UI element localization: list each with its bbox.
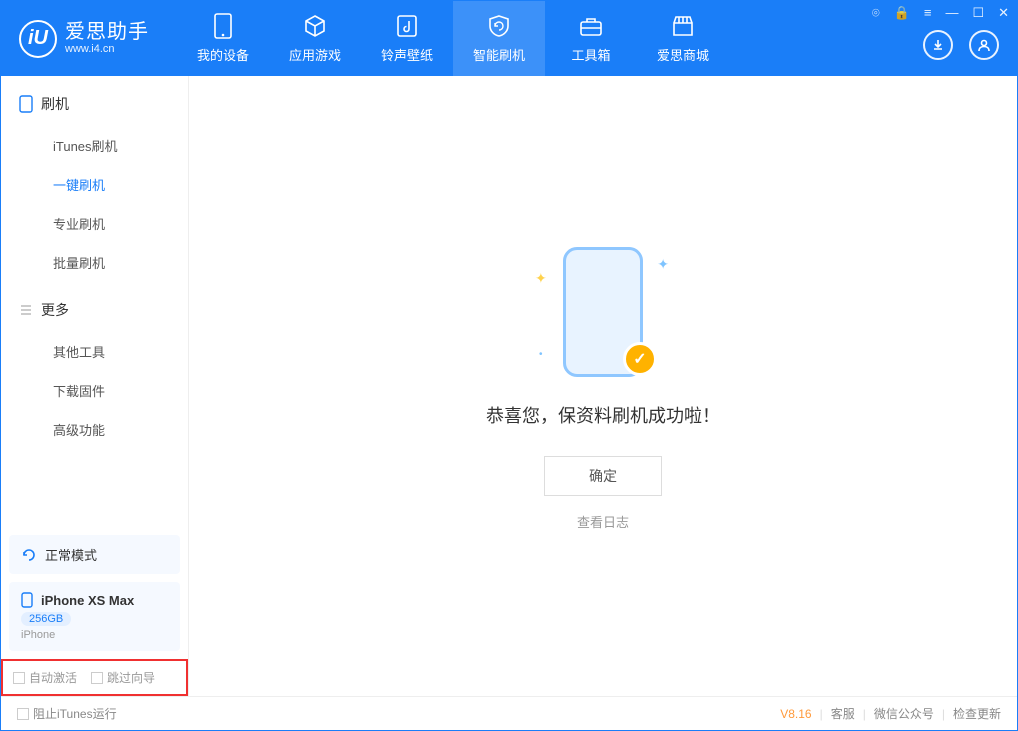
download-icon: [930, 37, 946, 53]
checkbox-label: 自动激活: [29, 669, 77, 686]
separator: |: [942, 707, 945, 721]
tab-ringtones[interactable]: 铃声壁纸: [361, 1, 453, 76]
refresh-icon: [21, 547, 37, 563]
lock-icon[interactable]: 🔒: [894, 5, 910, 21]
success-illustration: ✦ ✦ • ✓: [553, 242, 653, 382]
sidebar-section-more: 更多 其他工具 下载固件 高级功能: [1, 282, 188, 449]
logo-icon: iU: [19, 20, 57, 58]
tab-label: 我的设备: [197, 45, 249, 64]
tab-toolbox[interactable]: 工具箱: [545, 1, 637, 76]
sparkle-icon: ✦: [657, 256, 669, 273]
status-left: 阻止iTunes运行: [17, 705, 117, 722]
shirt-icon[interactable]: ⌾: [872, 5, 880, 21]
device-mode-box[interactable]: 正常模式: [9, 535, 180, 574]
sparkle-icon: ✦: [535, 270, 547, 287]
device-mode-label: 正常模式: [45, 545, 97, 564]
tab-my-device[interactable]: 我的设备: [177, 1, 269, 76]
menu-icon[interactable]: ≡: [924, 5, 932, 21]
version-label: V8.16: [780, 707, 811, 721]
app-url: www.i4.cn: [65, 43, 149, 55]
sidebar-item-batch-flash[interactable]: 批量刷机: [1, 243, 188, 282]
phone-icon: [19, 95, 33, 113]
tab-label: 爱思商城: [657, 45, 709, 64]
checkbox-label: 阻止iTunes运行: [33, 705, 117, 722]
list-icon: [19, 303, 33, 317]
tab-store[interactable]: 爱思商城: [637, 1, 729, 76]
download-button[interactable]: [923, 30, 953, 60]
device-name-row: iPhone XS Max: [21, 592, 168, 608]
device-type-text: iPhone: [21, 629, 168, 641]
music-icon: [394, 13, 420, 39]
logo-text: 爱思助手 www.i4.cn: [65, 21, 149, 55]
shield-refresh-icon: [486, 13, 512, 39]
checkmark-badge-icon: ✓: [623, 342, 657, 376]
success-message: 恭喜您，保资料刷机成功啦！: [486, 402, 720, 428]
sidebar: 刷机 iTunes刷机 一键刷机 专业刷机 批量刷机 更多 其他工具 下载固件 …: [1, 76, 189, 696]
top-tabs: 我的设备 应用游戏 铃声壁纸 智能刷机 工具箱 爱思商城: [177, 1, 729, 76]
window-controls: ⌾ 🔒 ≡ — ☐ ✕: [872, 5, 1009, 21]
sidebar-title-more: 更多: [1, 300, 188, 332]
store-icon: [670, 13, 696, 39]
link-check-update[interactable]: 检查更新: [953, 705, 1001, 722]
bottom-options-highlighted: 自动激活 跳过向导: [1, 659, 188, 696]
toolbox-icon: [578, 13, 604, 39]
checkbox-label: 跳过向导: [107, 669, 155, 686]
link-wechat[interactable]: 微信公众号: [874, 705, 934, 722]
sidebar-item-download-firmware[interactable]: 下载固件: [1, 371, 188, 410]
header-right-buttons: [923, 30, 999, 60]
device-name-text: iPhone XS Max: [41, 593, 134, 608]
user-button[interactable]: [969, 30, 999, 60]
minimize-button[interactable]: —: [945, 5, 958, 21]
phone-small-icon: [21, 592, 33, 608]
tab-flash[interactable]: 智能刷机: [453, 1, 545, 76]
tab-label: 应用游戏: [289, 45, 341, 64]
sidebar-item-pro-flash[interactable]: 专业刷机: [1, 204, 188, 243]
statusbar: 阻止iTunes运行 V8.16 | 客服 | 微信公众号 | 检查更新: [1, 696, 1017, 730]
status-right: V8.16 | 客服 | 微信公众号 | 检查更新: [780, 705, 1001, 722]
checkbox-box: [91, 672, 103, 684]
checkbox-block-itunes[interactable]: 阻止iTunes运行: [17, 705, 117, 722]
separator: |: [863, 707, 866, 721]
device-icon: [210, 13, 236, 39]
main-content: ✦ ✦ • ✓ 恭喜您，保资料刷机成功啦！ 确定 查看日志: [189, 76, 1017, 696]
sidebar-item-advanced[interactable]: 高级功能: [1, 410, 188, 449]
sidebar-title-flash: 刷机: [1, 94, 188, 126]
tab-label: 智能刷机: [473, 45, 525, 64]
checkbox-skip-guide[interactable]: 跳过向导: [91, 669, 155, 686]
close-button[interactable]: ✕: [998, 5, 1009, 21]
section-title-label: 刷机: [41, 94, 69, 114]
tab-apps[interactable]: 应用游戏: [269, 1, 361, 76]
app-window: iU 爱思助手 www.i4.cn 我的设备 应用游戏 铃声壁纸 智能刷机: [0, 0, 1018, 731]
tab-label: 工具箱: [571, 45, 610, 64]
sidebar-item-other-tools[interactable]: 其他工具: [1, 332, 188, 371]
maximize-button[interactable]: ☐: [972, 5, 984, 21]
device-capacity-badge: 256GB: [21, 612, 71, 626]
sidebar-item-oneclick-flash[interactable]: 一键刷机: [1, 165, 188, 204]
checkbox-auto-activate[interactable]: 自动激活: [13, 669, 77, 686]
link-support[interactable]: 客服: [831, 705, 855, 722]
body: 刷机 iTunes刷机 一键刷机 专业刷机 批量刷机 更多 其他工具 下载固件 …: [1, 76, 1017, 696]
cube-icon: [302, 13, 328, 39]
sidebar-section-flash: 刷机 iTunes刷机 一键刷机 专业刷机 批量刷机: [1, 76, 188, 282]
sparkle-icon: •: [539, 349, 543, 360]
sidebar-item-itunes-flash[interactable]: iTunes刷机: [1, 126, 188, 165]
view-log-link[interactable]: 查看日志: [577, 512, 629, 531]
ok-button[interactable]: 确定: [544, 456, 662, 496]
app-name: 爱思助手: [65, 21, 149, 43]
separator: |: [820, 707, 823, 721]
user-icon: [976, 37, 992, 53]
titlebar: iU 爱思助手 www.i4.cn 我的设备 应用游戏 铃声壁纸 智能刷机: [1, 1, 1017, 76]
tab-label: 铃声壁纸: [381, 45, 433, 64]
logo-area: iU 爱思助手 www.i4.cn: [19, 20, 149, 58]
checkbox-box: [13, 672, 25, 684]
checkbox-box: [17, 708, 29, 720]
device-info-box[interactable]: iPhone XS Max 256GB iPhone: [9, 582, 180, 651]
section-title-label: 更多: [41, 300, 69, 320]
